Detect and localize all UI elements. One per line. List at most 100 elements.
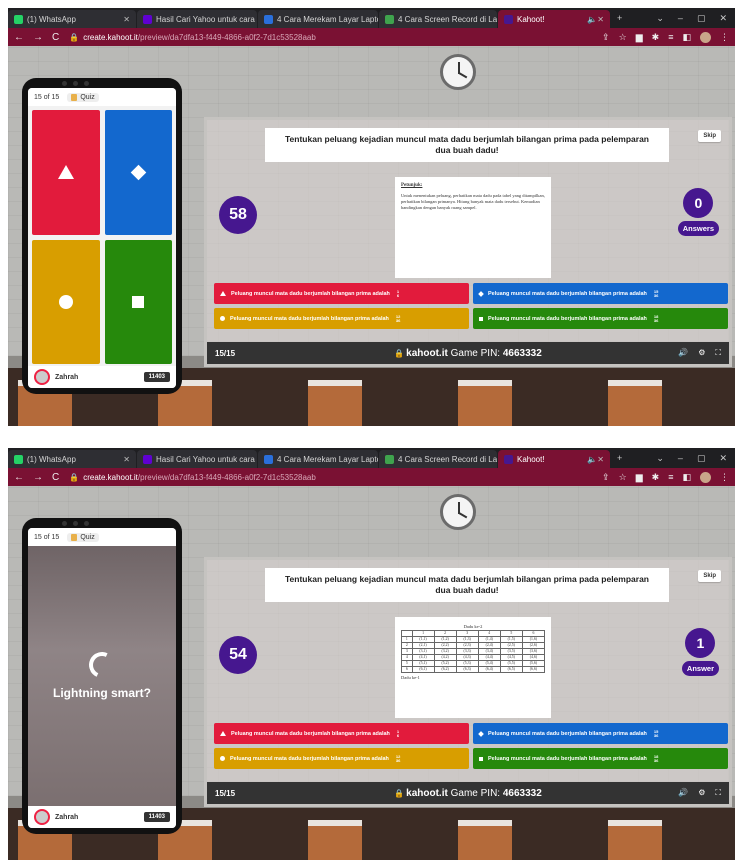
answer-diamond-button[interactable]	[104, 110, 172, 235]
quiz-icon	[71, 93, 78, 101]
mute-tab-icon[interactable]: 🔈✕	[581, 15, 604, 24]
minimize-button[interactable]: –	[678, 453, 683, 464]
site-icon	[385, 14, 394, 24]
close-window-button[interactable]: ✕	[719, 453, 727, 464]
profile-avatar[interactable]	[700, 31, 711, 43]
table-cell: (6,6)	[521, 665, 546, 673]
maximize-button[interactable]: ▢	[697, 13, 706, 24]
answer-square-button[interactable]	[104, 239, 172, 364]
close-tab-icon[interactable]: ✕	[117, 455, 130, 464]
reading-list-icon[interactable]: ≡	[668, 472, 673, 482]
square-icon	[479, 756, 483, 761]
share-icon[interactable]: ⇪	[602, 32, 610, 43]
tab-search-icon[interactable]: ⌄	[656, 453, 664, 464]
close-tab-icon[interactable]: ✕	[255, 15, 257, 24]
option-square[interactable]: Peluang muncul mata dadu berjumlah bilan…	[473, 748, 728, 769]
table-cell: (6,1)	[411, 665, 435, 673]
player-bar: Zahrah 11403	[28, 806, 176, 828]
tab-article-2[interactable]: 4 Cara Screen Record di Lap✕	[379, 450, 497, 468]
circle-icon	[220, 756, 225, 761]
phone-screen: 15 of 15 Quiz Zahrah 11403	[28, 88, 176, 388]
site-icon	[264, 14, 273, 24]
option-square[interactable]: Peluang muncul mata dadu berjumlah bilan…	[473, 308, 728, 329]
hint-text: Untuk menentukan peluang, perhatikan mat…	[401, 192, 545, 210]
option-triangle[interactable]: Peluang muncul mata dadu berjumlah bilan…	[214, 723, 469, 744]
browser-tab-bar: (1) WhatsApp ✕ Hasil Cari Yahoo untuk car…	[8, 8, 735, 28]
close-window-button[interactable]: ✕	[719, 13, 727, 24]
reload-icon[interactable]: C	[52, 472, 59, 483]
diamond-icon	[478, 290, 484, 297]
url-field[interactable]: create.kahoot.it/preview/da7dfa13-f449-4…	[83, 33, 316, 42]
reading-list-icon[interactable]: ≡	[668, 32, 673, 42]
document-icon[interactable]: ▆	[636, 472, 643, 483]
tab-yahoo[interactable]: Hasil Cari Yahoo untuk cara✕	[137, 10, 257, 28]
table-cell: (6,5)	[499, 665, 523, 673]
url-field[interactable]: create.kahoot.it/preview/da7dfa13-f449-4…	[83, 473, 316, 482]
reload-icon[interactable]: C	[52, 32, 59, 43]
side-panel-icon[interactable]: ◧	[682, 32, 691, 43]
answers-label: Answer	[681, 661, 719, 676]
back-icon[interactable]: ←	[14, 32, 24, 43]
tab-article-1[interactable]: 4 Cara Merekam Layar Lapto✕	[258, 450, 378, 468]
option-circle[interactable]: Peluang muncul mata dadu berjumlah bilan…	[214, 308, 469, 329]
screenshot-frame-1: (1) WhatsApp ✕ Hasil Cari Yahoo untuk car…	[8, 8, 735, 426]
new-tab-button[interactable]: +	[617, 453, 622, 463]
hint-image: Petunjuk: Untuk menentukan peluang, perh…	[395, 177, 551, 278]
circle-icon	[58, 294, 73, 309]
answer-circle-button[interactable]	[32, 239, 100, 364]
player-name: Zahrah	[55, 373, 79, 381]
question-counter: 15 of 15	[34, 533, 60, 541]
kahoot-board: Tentukan peluang kejadian muncul mata da…	[204, 557, 732, 807]
tab-kahoot[interactable]: Kahoot! 🔈✕	[498, 10, 610, 28]
diamond-icon	[130, 164, 147, 181]
option-diamond[interactable]: Peluang muncul mata dadu berjumlah bilan…	[473, 723, 728, 744]
new-tab-button[interactable]: +	[617, 13, 622, 23]
tab-search-icon[interactable]: ⌄	[656, 13, 664, 24]
answer-triangle-button[interactable]	[32, 110, 100, 235]
forward-icon[interactable]: →	[33, 32, 43, 43]
forward-icon[interactable]: →	[33, 472, 43, 483]
skip-button[interactable]: Skip	[698, 130, 721, 142]
minimize-button[interactable]: –	[678, 13, 683, 24]
maximize-button[interactable]: ▢	[697, 453, 706, 464]
tab-article-1[interactable]: 4 Cara Merekam Layar Lapto✕	[258, 10, 378, 28]
tab-article-2[interactable]: 4 Cara Screen Record di Lap✕	[379, 10, 497, 28]
profile-avatar[interactable]	[700, 471, 711, 483]
kahoot-icon	[504, 14, 513, 24]
skip-button[interactable]: Skip	[698, 570, 721, 582]
bookmark-star-icon[interactable]: ☆	[619, 472, 627, 483]
menu-icon[interactable]: ⋮	[720, 472, 729, 483]
game-pin: 🔒 kahoot.it Game PIN: 4663332	[394, 347, 542, 359]
extensions-icon[interactable]: ✱	[652, 32, 660, 43]
tab-whatsapp[interactable]: (1) WhatsApp ✕	[8, 450, 136, 468]
fraction: 15 36	[653, 288, 659, 298]
option-diamond[interactable]: Peluang muncul mata dadu berjumlah bilan…	[473, 283, 728, 304]
tab-whatsapp[interactable]: (1) WhatsApp ✕	[8, 10, 136, 28]
option-triangle[interactable]: Peluang muncul mata dadu berjumlah bilan…	[214, 283, 469, 304]
tab-kahoot[interactable]: Kahoot! 🔈✕	[498, 450, 610, 468]
answers-count: 1	[685, 628, 716, 658]
option-circle[interactable]: Peluang muncul mata dadu berjumlah bilan…	[214, 748, 469, 769]
back-icon[interactable]: ←	[14, 472, 24, 483]
answers-label: Answers	[677, 221, 719, 236]
close-tab-icon[interactable]: ✕	[255, 455, 257, 464]
document-icon[interactable]: ▆	[636, 32, 643, 43]
player-name: Zahrah	[55, 813, 79, 821]
mute-tab-icon[interactable]: 🔈✕	[581, 455, 604, 464]
side-panel-icon[interactable]: ◧	[682, 472, 691, 483]
game-bottom-bar: 15/15 🔒 kahoot.it Game PIN: 4663332 🔊 ⚙ ⛶	[207, 782, 729, 804]
extensions-icon[interactable]: ✱	[652, 472, 660, 483]
close-tab-icon[interactable]: ✕	[117, 15, 130, 24]
tab-yahoo[interactable]: Hasil Cari Yahoo untuk cara✕	[137, 450, 257, 468]
answer-submitted-screen: Lightning smart?	[28, 546, 176, 806]
bookmark-star-icon[interactable]: ☆	[619, 32, 627, 43]
square-icon	[479, 316, 483, 321]
menu-icon[interactable]: ⋮	[720, 32, 729, 43]
square-icon	[132, 295, 145, 308]
fraction: 18 36	[653, 753, 659, 763]
player-score: 11403	[143, 372, 170, 382]
share-icon[interactable]: ⇪	[602, 472, 610, 483]
phone-screen: 15 of 15 Quiz Lightning smart? Zahrah 11…	[28, 528, 176, 828]
triangle-icon	[57, 165, 74, 180]
table-cell: (6,2)	[433, 665, 457, 673]
